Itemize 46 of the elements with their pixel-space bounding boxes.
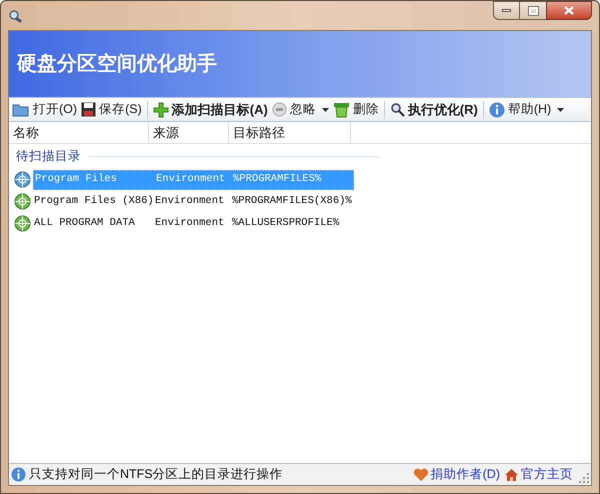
column-header[interactable]: 目标路径 — [229, 122, 351, 143]
app-title: 硬盘分区空间优化助手 — [17, 52, 217, 77]
close-button[interactable] — [546, 1, 592, 20]
toolbar-button[interactable]: 执行优化(R) — [388, 99, 480, 120]
maximize-button[interactable] — [520, 1, 546, 20]
table-cell-text: Environment — [154, 216, 226, 231]
toolbar-button[interactable]: 添加扫描目标(A) — [150, 99, 270, 120]
column-header[interactable]: 来源 — [149, 122, 229, 143]
toolbar-button[interactable]: 帮助(H) — [486, 99, 566, 120]
table-cell-text: ALL PROGRAM DATA — [33, 216, 136, 231]
table-cell-text: Program Files (X86) — [33, 194, 154, 209]
column-header[interactable]: 名称 — [9, 122, 149, 143]
toolbar-button[interactable]: 忽略 — [270, 99, 331, 120]
status-message: 只支持对同一个NTFS分区上的目录进行操作 — [29, 466, 283, 484]
table-cell-text: Environment — [154, 194, 226, 209]
close-icon — [564, 6, 574, 15]
plus-icon — [152, 102, 169, 118]
toolbar-button[interactable]: 打开(O) — [10, 99, 80, 120]
magnifier-icon — [8, 8, 24, 22]
toolbar-button[interactable]: 保存(S) — [79, 99, 144, 120]
caret-icon — [322, 108, 329, 112]
recycle-icon — [332, 102, 350, 118]
globe-target-icon — [14, 215, 31, 232]
donate-link[interactable]: 捐助作者(D) — [430, 465, 500, 484]
table-row[interactable]: Program Files (X86)Environment %PROGRAMFILES(X86)% — [33, 192, 352, 212]
homepage-link[interactable]: 官方主页 — [521, 465, 573, 484]
caret-icon — [557, 108, 564, 112]
house-icon — [504, 468, 519, 482]
table-cell-text: %ALLUSERSPROFILE% — [231, 216, 340, 231]
table-cell-text: Environment — [155, 172, 226, 187]
info-icon — [488, 102, 505, 118]
table-cell-text: %PROGRAMFILES% — [232, 172, 322, 187]
search-icon — [390, 102, 405, 117]
table-cell-text: %PROGRAMFILES(X86)% — [231, 194, 352, 209]
globe-target-icon — [14, 171, 31, 188]
table-row[interactable]: ALL PROGRAM DATA Environment %ALLUSERSPROFILE% — [33, 214, 352, 234]
heart-icon — [412, 468, 429, 482]
table-cell-text: Program Files — [34, 172, 118, 187]
minimize-button[interactable] — [493, 1, 520, 20]
group-header: 待扫描目录 — [16, 148, 81, 165]
resize-grip-icon — [579, 473, 589, 483]
disc-icon — [272, 102, 287, 117]
folder-icon — [12, 102, 30, 116]
globe-target-icon — [14, 193, 31, 210]
info-icon — [11, 467, 26, 482]
toolbar-button[interactable]: 删除 — [330, 99, 381, 120]
